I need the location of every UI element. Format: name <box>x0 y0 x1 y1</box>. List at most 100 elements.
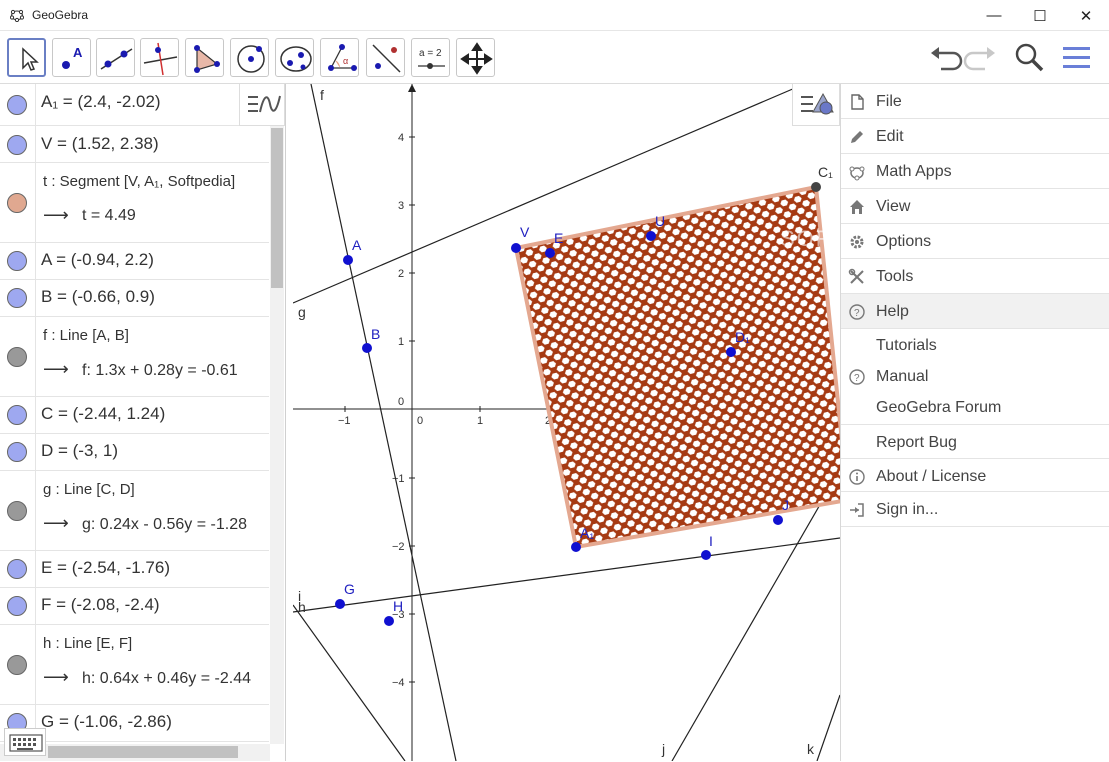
line-h[interactable] <box>293 537 840 613</box>
keyboard-button[interactable] <box>4 728 46 756</box>
algebra-row[interactable]: E = (-2.54, -1.76) <box>0 551 269 588</box>
algebra-row[interactable]: g : Line [C, D] ⟶ g: 0.24x - 0.56y = -1.… <box>0 471 269 551</box>
visibility-toggle[interactable] <box>7 288 27 308</box>
algebra-row[interactable]: B = (-0.66, 0.9) <box>0 280 269 317</box>
x-tick-label: 0 <box>417 415 423 427</box>
polygon-tool-button[interactable] <box>185 38 224 77</box>
visibility-toggle[interactable] <box>7 655 27 675</box>
algebra-row-text[interactable]: A = (-0.94, 2.2) <box>41 250 154 270</box>
algebra-row-text[interactable]: V = (1.52, 2.38) <box>41 134 159 154</box>
search-button[interactable] <box>1010 39 1048 77</box>
close-button[interactable]: ✕ <box>1063 0 1109 31</box>
maximize-button[interactable]: ☐ <box>1017 0 1063 31</box>
algebra-row[interactable]: D = (-3, 1) <box>0 434 269 471</box>
menu-item-options[interactable]: Options <box>841 224 1109 259</box>
row-separator <box>35 625 36 704</box>
menu-item-report-bug[interactable]: Report Bug <box>841 425 1109 459</box>
undo-button[interactable] <box>925 39 963 77</box>
point-b[interactable] <box>362 343 372 353</box>
point-v[interactable] <box>511 243 521 253</box>
line-tool-button[interactable] <box>96 38 135 77</box>
algebra-row[interactable]: f : Line [A, B] ⟶ f: 1.3x + 0.28y = -0.6… <box>0 317 269 397</box>
menu-subitem-forum[interactable]: GeoGebra Forum <box>841 393 1109 425</box>
algebra-row-text[interactable]: G = (-1.06, -2.86) <box>41 712 172 732</box>
point-j[interactable] <box>773 515 783 525</box>
algebra-row-text[interactable]: A₁ = (2.4, -2.02) <box>41 92 161 112</box>
algebra-row-result: h: 0.64x + 0.46y = -2.44 <box>82 670 252 687</box>
point-a1[interactable] <box>571 542 581 552</box>
angle-tool-button[interactable]: α <box>320 38 359 77</box>
menu-item-about-license[interactable]: About / License <box>841 459 1109 492</box>
point-c1[interactable] <box>811 182 821 192</box>
menu-item-math-apps[interactable]: Math Apps <box>841 154 1109 189</box>
y-tick-label: 4 <box>398 132 404 144</box>
visibility-toggle[interactable] <box>7 193 27 213</box>
menu-subitem-tutorials[interactable]: Tutorials <box>841 331 1109 362</box>
circle-tool-button[interactable] <box>230 38 269 77</box>
algebra-row[interactable]: A = (-0.94, 2.2) <box>0 243 269 280</box>
algebra-row[interactable]: A₁ = (2.4, -2.02) <box>0 84 269 126</box>
row-separator <box>35 243 36 279</box>
visibility-toggle[interactable] <box>7 347 27 367</box>
point-h[interactable] <box>384 616 394 626</box>
visibility-toggle[interactable] <box>7 442 27 462</box>
move-tool-button[interactable] <box>7 38 46 77</box>
algebra-row-definition[interactable]: t : Segment [V, A₁, Softpedia] <box>43 173 235 190</box>
graphics-style-bar-button[interactable] <box>792 84 840 126</box>
visibility-toggle[interactable] <box>7 95 27 115</box>
visibility-toggle[interactable] <box>7 251 27 271</box>
algebra-row-definition[interactable]: f : Line [A, B] <box>43 327 129 344</box>
menu-item-file[interactable]: File <box>841 84 1109 119</box>
menu-item-label: File <box>876 93 902 110</box>
minimize-button[interactable]: — <box>971 0 1017 31</box>
maximize-icon: ☐ <box>1033 7 1047 25</box>
redo-button[interactable] <box>963 39 1001 77</box>
menu-item-edit[interactable]: Edit <box>841 119 1109 154</box>
slider-tool-button[interactable]: a = 2 <box>411 38 450 77</box>
visibility-toggle[interactable] <box>7 501 27 521</box>
conic-tool-button[interactable] <box>275 38 314 77</box>
algebra-style-bar-button[interactable] <box>239 84 285 126</box>
menu-item-view[interactable]: View <box>841 189 1109 224</box>
menu-item-sign-in[interactable]: Sign in... <box>841 492 1109 527</box>
visibility-toggle[interactable] <box>7 135 27 155</box>
graphics-view[interactable]: −1 0 1 2 4 3 2 1 0 −1 −2 −3 −4 SOFT A B … <box>293 84 840 761</box>
menu-subitem-manual[interactable]: ? Manual <box>841 362 1109 393</box>
visibility-toggle[interactable] <box>7 596 27 616</box>
point-tool-button[interactable]: A <box>52 38 91 77</box>
algebra-scroll-thumb[interactable] <box>271 128 283 288</box>
algebra-row-text[interactable]: E = (-2.54, -1.76) <box>41 558 170 578</box>
visibility-toggle[interactable] <box>7 405 27 425</box>
point-i[interactable] <box>701 550 711 560</box>
graphics-canvas[interactable]: −1 0 1 2 4 3 2 1 0 −1 −2 −3 −4 SOFT A B … <box>293 84 840 761</box>
point-g[interactable] <box>335 599 345 609</box>
algebra-row[interactable]: V = (1.52, 2.38) <box>0 126 269 163</box>
algebra-row-definition[interactable]: g : Line [C, D] <box>43 481 135 498</box>
point-d1[interactable] <box>726 347 736 357</box>
perpendicular-tool-button[interactable] <box>140 38 179 77</box>
line-k[interactable] <box>816 694 840 761</box>
algebra-row[interactable]: t : Segment [V, A₁, Softpedia] ⟶ t = 4.4… <box>0 163 269 243</box>
algebra-row-text[interactable]: C = (-2.44, 1.24) <box>41 404 165 424</box>
algebra-row[interactable]: C = (-2.44, 1.24) <box>0 397 269 434</box>
algebra-row-definition[interactable]: h : Line [E, F] <box>43 635 132 652</box>
point-u[interactable] <box>646 231 656 241</box>
point-a[interactable] <box>343 255 353 265</box>
main-menu-button[interactable] <box>1058 39 1096 77</box>
algebra-hscroll-thumb[interactable] <box>48 746 238 758</box>
main-menu-panel: File Edit Math Apps View Options Tools ?… <box>840 84 1109 761</box>
reflect-tool-button[interactable] <box>366 38 405 77</box>
algebra-row-text[interactable]: F = (-2.08, -2.4) <box>41 595 160 615</box>
algebra-row-text[interactable]: B = (-0.66, 0.9) <box>41 287 155 307</box>
algebra-row[interactable]: F = (-2.08, -2.4) <box>0 588 269 625</box>
move-graphics-tool-button[interactable] <box>456 38 495 77</box>
point-label: H <box>393 598 403 614</box>
menu-item-tools[interactable]: Tools <box>841 259 1109 294</box>
algebra-row[interactable]: h : Line [E, F] ⟶ h: 0.64x + 0.46y = -2.… <box>0 625 269 705</box>
menu-item-label: Help <box>876 303 909 320</box>
algebra-row-text[interactable]: D = (-3, 1) <box>41 441 118 461</box>
line-i[interactable] <box>293 604 406 761</box>
menu-item-help[interactable]: ? Help <box>841 294 1109 329</box>
visibility-toggle[interactable] <box>7 559 27 579</box>
point-e[interactable] <box>545 248 555 258</box>
